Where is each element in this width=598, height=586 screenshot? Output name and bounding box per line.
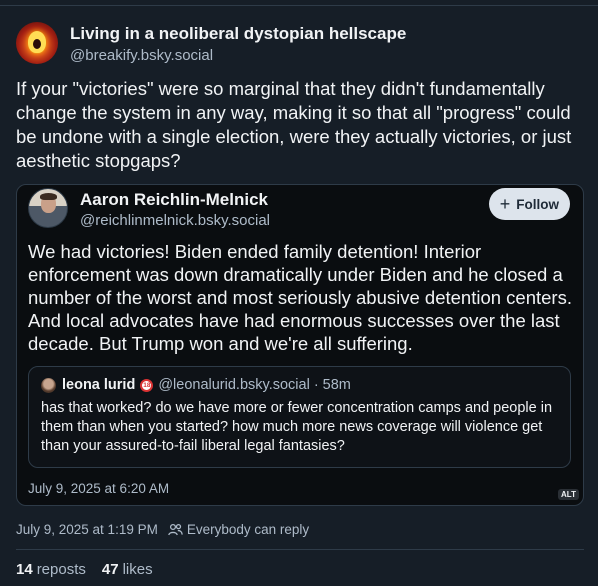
- nested-author-name[interactable]: leona lurid: [62, 377, 135, 393]
- likes-label: likes: [122, 561, 153, 578]
- quoted-author-handle[interactable]: @reichlinmelnick.bsky.social: [80, 211, 270, 231]
- quoted-post-header: Aaron Reichlin-Melnick @reichlinmelnick.…: [28, 188, 270, 231]
- age-badge-icon: 18: [140, 378, 154, 392]
- nested-author-avatar[interactable]: [41, 377, 56, 393]
- post-text: If your "victories" were so marginal tha…: [16, 78, 572, 171]
- plus-icon: +: [499, 194, 511, 214]
- reply-setting[interactable]: Everybody can reply: [187, 522, 309, 537]
- likes-count-link[interactable]: 47 likes: [102, 561, 153, 578]
- quoted-author-avatar[interactable]: [28, 188, 68, 228]
- likes-count: 47: [101, 561, 119, 578]
- alt-badge[interactable]: ALT: [558, 489, 579, 500]
- post-meta-row: July 9, 2025 at 1:19 PM Everybody can re…: [16, 522, 309, 537]
- author-avatar[interactable]: [16, 22, 58, 64]
- reposts-count: 14: [16, 561, 33, 578]
- author-handle[interactable]: @breakify.bsky.social: [70, 46, 406, 66]
- engagement-counts: 14 reposts 47 likes: [16, 561, 169, 578]
- nested-quote-text: has that worked? do we have more or fewe…: [41, 400, 553, 454]
- quoted-post-text: We had victories! Biden ended family det…: [28, 241, 572, 354]
- quoted-post-date[interactable]: July 9, 2025 at 6:20 AM: [28, 481, 169, 496]
- quoted-author-name[interactable]: Aaron Reichlin-Melnick: [80, 189, 270, 211]
- nested-quote-card[interactable]: leona lurid 18 @leonalurid.bsky.social ·…: [28, 366, 571, 468]
- reposts-count-link[interactable]: 14 reposts: [16, 561, 86, 578]
- follow-button-label: Follow: [516, 196, 559, 212]
- follow-button[interactable]: + Follow: [488, 188, 570, 220]
- top-divider: [0, 5, 598, 6]
- people-icon: [167, 523, 183, 536]
- post-timestamp[interactable]: July 9, 2025 at 1:19 PM: [16, 522, 158, 537]
- nested-author-meta: @leonalurid.bsky.social · 58m: [158, 377, 351, 393]
- bottom-divider: [16, 549, 584, 550]
- author-name[interactable]: Living in a neoliberal dystopian hellsca…: [70, 23, 406, 45]
- nested-quote-header: leona lurid 18 @leonalurid.bsky.social ·…: [41, 377, 351, 393]
- post-author[interactable]: Living in a neoliberal dystopian hellsca…: [16, 22, 406, 66]
- quoted-post-card[interactable]: Aaron Reichlin-Melnick @reichlinmelnick.…: [16, 184, 584, 506]
- reposts-label: reposts: [36, 561, 86, 578]
